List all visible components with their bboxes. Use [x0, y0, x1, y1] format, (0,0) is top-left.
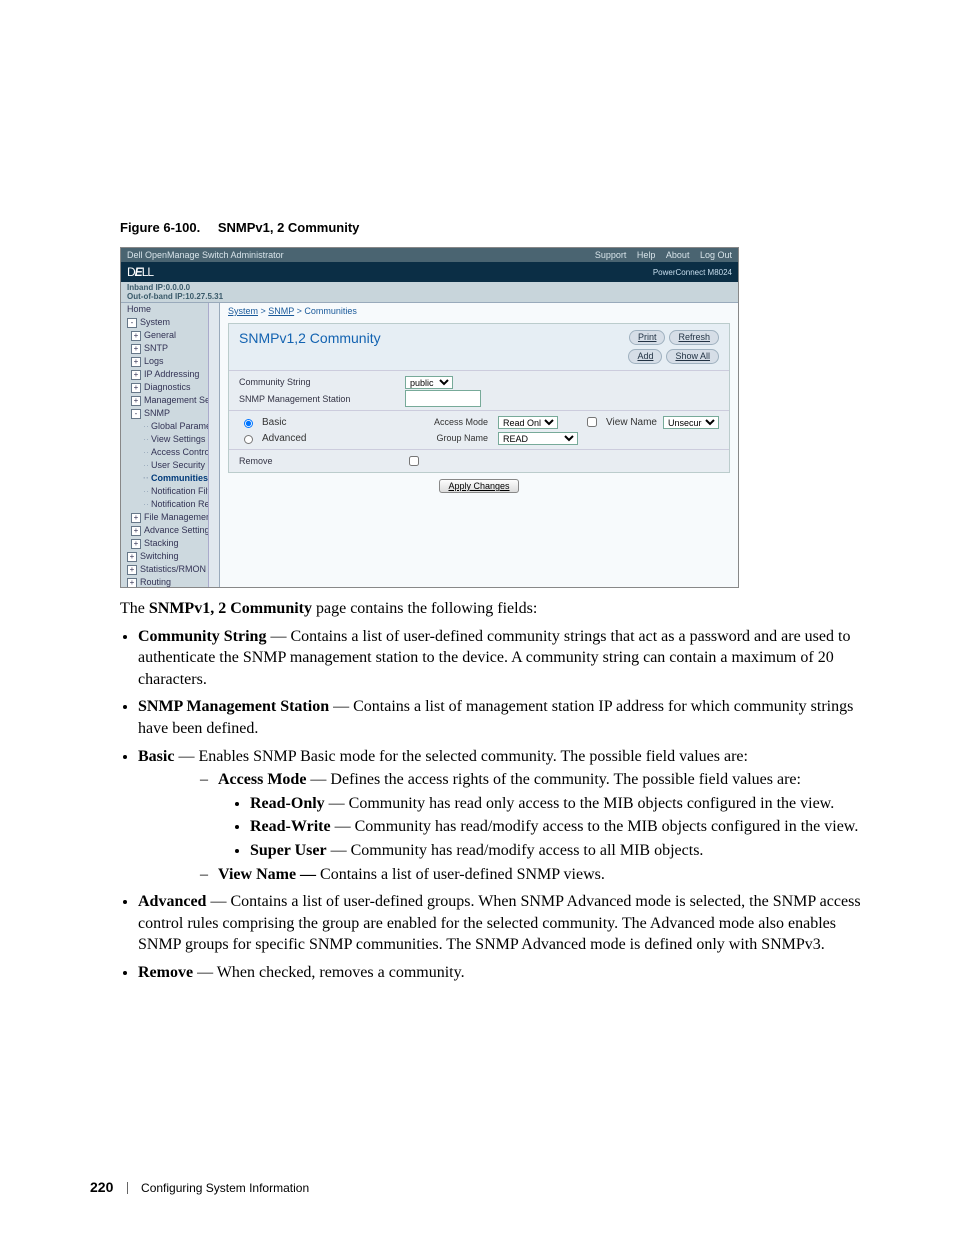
- nav-item[interactable]: +Management Secur: [125, 394, 219, 407]
- nav-tree[interactable]: Home-System+General+SNTP+Logs+IP Address…: [121, 303, 220, 587]
- link-about[interactable]: About: [666, 250, 690, 260]
- nav-item[interactable]: ··Notification Filter: [125, 485, 219, 498]
- mgmt-station-input[interactable]: [405, 390, 481, 407]
- ip-bar: Inband IP:0.0.0.0 Out-of-band IP:10.27.5…: [121, 282, 738, 303]
- label-access-mode: Access Mode: [418, 417, 492, 427]
- label-basic: Basic: [262, 417, 412, 428]
- nav-item[interactable]: +Advance Settings: [125, 524, 219, 537]
- app-topbar: Dell OpenManage Switch Administrator Sup…: [121, 248, 738, 262]
- label-advanced: Advanced: [262, 433, 412, 444]
- crumb-system[interactable]: System: [228, 306, 258, 316]
- nav-item[interactable]: -System: [125, 316, 219, 329]
- breadcrumb: System > SNMP > Communities: [220, 303, 738, 319]
- nav-item[interactable]: +Switching: [125, 550, 219, 563]
- figure-number: Figure 6-100.: [120, 220, 200, 235]
- nav-item[interactable]: ··Notification Recip: [125, 498, 219, 511]
- advanced-radio[interactable]: [244, 435, 253, 444]
- section-name: Configuring System Information: [141, 1181, 309, 1195]
- nav-item[interactable]: ··Global Paramete: [125, 420, 219, 433]
- nav-item[interactable]: ··View Settings: [125, 433, 219, 446]
- product-model: PowerConnect M8024: [653, 268, 732, 277]
- intro-line: The SNMPv1, 2 Community page contains th…: [120, 598, 864, 620]
- bullet-advanced: Advanced — Contains a list of user-defin…: [138, 891, 864, 956]
- bullet-mgmt-station: SNMP Management Station — Contains a lis…: [138, 696, 864, 739]
- basic-radio[interactable]: [244, 419, 253, 428]
- panel-title: SNMPv1,2 Community: [239, 330, 381, 346]
- figure-caption: Figure 6-100. SNMPv1, 2 Community: [120, 220, 864, 235]
- nav-item[interactable]: +IP Addressing: [125, 368, 219, 381]
- nav-item[interactable]: +File Management: [125, 511, 219, 524]
- topbar-links: Support Help About Log Out: [587, 248, 732, 262]
- apply-changes-button[interactable]: Apply Changes: [439, 479, 518, 493]
- app-title: Dell OpenManage Switch Administrator: [127, 248, 284, 262]
- label-mgmt-station: SNMP Management Station: [239, 394, 399, 404]
- panel: SNMPv1,2 Community Print Refresh Add Sho…: [228, 323, 730, 473]
- nav-item[interactable]: ··Communities: [125, 472, 219, 485]
- nav-item[interactable]: +Stacking: [125, 537, 219, 550]
- community-string-select[interactable]: public: [405, 376, 453, 389]
- screenshot-app: Dell OpenManage Switch Administrator Sup…: [120, 247, 739, 588]
- bullet-basic: Basic — Enables SNMP Basic mode for the …: [138, 746, 864, 886]
- bullet-super-user: Super User — Community has read/modify a…: [250, 840, 864, 862]
- nav-item[interactable]: +Diagnostics: [125, 381, 219, 394]
- nav-item[interactable]: +General: [125, 329, 219, 342]
- nav-item[interactable]: Home: [125, 303, 219, 316]
- nav-item[interactable]: +SNTP: [125, 342, 219, 355]
- print-button[interactable]: Print: [629, 330, 666, 345]
- nav-scrollbar[interactable]: [208, 303, 219, 587]
- link-support[interactable]: Support: [595, 250, 627, 260]
- label-community-string: Community String: [239, 377, 399, 387]
- oob-ip: Out-of-band IP:10.27.5.31: [127, 292, 732, 301]
- page-number: 220: [90, 1179, 113, 1195]
- nav-item[interactable]: +Logs: [125, 355, 219, 368]
- nav-item[interactable]: +Routing: [125, 576, 219, 587]
- crumb-communities: Communities: [304, 306, 357, 316]
- group-name-select[interactable]: READ: [498, 432, 578, 445]
- bullet-access-mode: Access Mode — Defines the access rights …: [200, 769, 864, 861]
- link-logout[interactable]: Log Out: [700, 250, 732, 260]
- refresh-button[interactable]: Refresh: [669, 330, 719, 345]
- label-view-name: View Name: [606, 417, 657, 428]
- bullet-read-write: Read-Write — Community has read/modify a…: [250, 816, 864, 838]
- crumb-snmp[interactable]: SNMP: [268, 306, 294, 316]
- bullet-remove: Remove — When checked, removes a communi…: [138, 962, 864, 984]
- bullet-read-only: Read-Only — Community has read only acce…: [250, 793, 864, 815]
- view-name-checkbox[interactable]: [587, 417, 597, 427]
- dell-logo: DELL: [127, 265, 153, 279]
- nav-item[interactable]: -SNMP: [125, 407, 219, 420]
- view-name-select[interactable]: Unsecure: [663, 416, 719, 429]
- nav-item[interactable]: +Statistics/RMON: [125, 563, 219, 576]
- showall-button[interactable]: Show All: [666, 349, 719, 364]
- label-remove: Remove: [239, 456, 399, 466]
- page-footer: 220 Configuring System Information: [90, 1179, 309, 1195]
- nav-item[interactable]: ··User Security M: [125, 459, 219, 472]
- brand-bar: DELL PowerConnect M8024: [121, 262, 738, 282]
- access-mode-select[interactable]: Read Only: [498, 416, 558, 429]
- body-text: The SNMPv1, 2 Community page contains th…: [90, 598, 864, 984]
- bullet-view-name: View Name — Contains a list of user-defi…: [200, 864, 864, 886]
- link-help[interactable]: Help: [637, 250, 656, 260]
- content-pane: System > SNMP > Communities SNMPv1,2 Com…: [220, 303, 738, 587]
- add-button[interactable]: Add: [628, 349, 662, 364]
- nav-item[interactable]: ··Access Control (: [125, 446, 219, 459]
- inband-ip: Inband IP:0.0.0.0: [127, 283, 732, 292]
- remove-checkbox[interactable]: [409, 456, 419, 466]
- bullet-community-string: Community String — Contains a list of us…: [138, 626, 864, 691]
- label-group-name: Group Name: [418, 433, 492, 443]
- figure-title: SNMPv1, 2 Community: [218, 220, 360, 235]
